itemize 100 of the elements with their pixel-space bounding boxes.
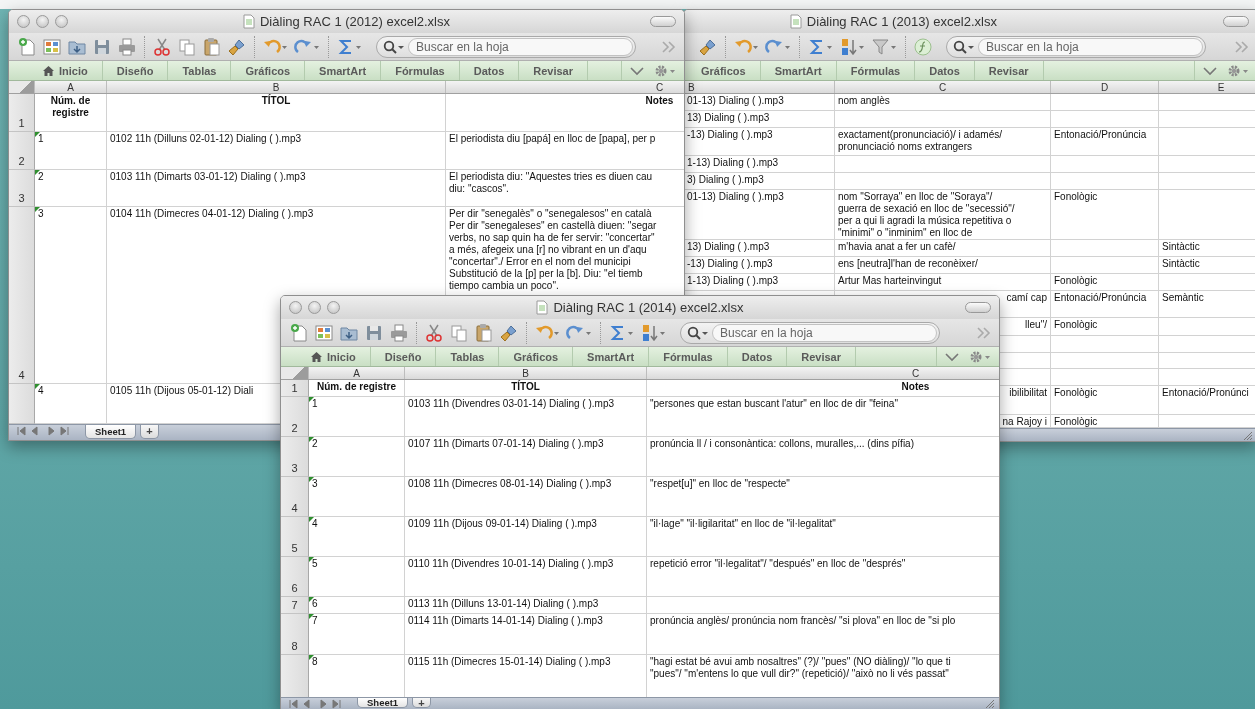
row-number[interactable]: 1 xyxy=(281,380,309,397)
table-cell-text: 0102 11h (Dilluns 02-01-12) Dialing ( ).mp3 xyxy=(109,132,303,146)
ribbon-tab[interactable]: Diseño xyxy=(102,61,169,80)
column-header[interactable]: C xyxy=(835,81,1051,93)
table-cell-text: 0108 11h (Dimecres 08-01-14) Dialing ( ).mp3 xyxy=(407,477,613,491)
row-number[interactable]: 7 xyxy=(281,597,309,614)
ribbon-tab[interactable]: Fórmulas xyxy=(649,347,728,366)
ribbon-tab[interactable]: Datos xyxy=(459,61,520,80)
row-number[interactable]: 4 xyxy=(281,477,309,517)
table-cell-text: Fonològic xyxy=(1053,274,1099,288)
column-header[interactable]: D xyxy=(1051,81,1159,93)
ribbon-tab[interactable]: Gráficos xyxy=(231,61,306,80)
table-cell-text: Entonació/Pronúnci xyxy=(1161,386,1250,400)
row-number[interactable]: 2 xyxy=(281,397,309,437)
table-cell-text: 0110 11h (Divendres 10-01-14) Dialing ( ).mp3 xyxy=(407,557,615,571)
column-header[interactable]: B xyxy=(405,367,647,379)
table-cell-text: ibilibilitat xyxy=(1008,386,1048,400)
search-field[interactable]: Buscar en la hoja xyxy=(376,35,636,58)
ribbon-tab[interactable]: Revisar xyxy=(787,347,856,366)
table-cell-text: 7 xyxy=(311,614,319,628)
table-cell-text: 0114 11h (Dimarts 14-01-14) Dialing ( ).mp3 xyxy=(407,614,604,628)
row-number[interactable]: 3 xyxy=(281,437,309,477)
table-cell-text: Sintàctic xyxy=(1161,240,1201,254)
table-cell-text: 3 xyxy=(37,207,45,221)
table-cell-text: 0109 11h (Dijous 09-01-14) Dialing ( ).mp3 xyxy=(407,517,598,531)
table-cell-text: Fonològic xyxy=(1053,318,1099,332)
table-cell-text: "hagi estat bé avui amb nosaltres" (?)/ "pues" (NO diàling)/ "lo que ti "pues"/ "m'entens lo que vull dir?" (repetició)/ "això no li vés passat" xyxy=(649,655,952,681)
ribbon-tab[interactable]: Fórmulas xyxy=(381,61,460,80)
row-number[interactable]: 8 xyxy=(281,614,309,655)
add-sheet-button[interactable]: + xyxy=(412,698,431,708)
ribbon-tab[interactable]: Gráficos xyxy=(499,347,574,366)
table-cell-text: 0104 11h (Dimecres 04-01-12) Dialing ( ).mp3 xyxy=(109,207,315,221)
add-sheet-button[interactable]: + xyxy=(140,425,159,439)
table-cell-text: 4 xyxy=(37,384,45,398)
column-header[interactable]: B xyxy=(107,81,446,93)
header-cell-text: Notes xyxy=(644,94,675,108)
ribbon-tab[interactable]: Tablas xyxy=(436,347,500,366)
ribbon-tab[interactable]: Inicio xyxy=(29,61,103,80)
table-cell-text: lleu"/ xyxy=(1024,318,1048,332)
table-cell-text: exactament(pronunciació)/ i adamés/ pronunciació noms extrangers xyxy=(837,128,1003,154)
table-cell-text: Semàntic xyxy=(1161,291,1205,305)
row-number[interactable]: 6 xyxy=(281,557,309,597)
table-cell-text: pronúncia anglès/ pronúncia nom francès/ "si plova" en lloc de "si plo xyxy=(649,614,957,628)
table-cell-text: 0113 11h (Dilluns 13-01-14) Dialing ( ).mp3 xyxy=(407,597,600,611)
ribbon-tab[interactable]: Fórmulas xyxy=(836,61,916,80)
column-header[interactable]: E xyxy=(1159,81,1255,93)
table-cell-text: 13) Dialing ( ).mp3 xyxy=(686,240,771,254)
search-field[interactable]: Buscar en la hoja xyxy=(680,321,940,344)
table-cell-text: 2 xyxy=(311,437,319,451)
row-number[interactable]: 3 xyxy=(9,170,35,207)
header-cell-text: TÍTOL xyxy=(260,94,292,108)
table-cell-text: El periodista diu: "Aquestes tries es diuen cau diu: "cascos". xyxy=(448,170,654,196)
table-cell-text: 0105 11h (Dijous 05-01-12) Diali xyxy=(109,384,255,398)
ribbon-tab[interactable]: Gráficos xyxy=(687,61,761,80)
row-number[interactable]: 2 xyxy=(9,132,35,170)
table-cell-text: 0115 11h (Dimecres 15-01-14) Dialing ( ).mp3 xyxy=(407,655,612,669)
ribbon-tab[interactable]: SmartArt xyxy=(760,61,837,80)
table-cell-text: 1-13) Dialing ( ).mp3 xyxy=(686,156,780,170)
table-cell-text: 1 xyxy=(311,397,319,411)
table-cell-text: 0103 11h (Dimarts 03-01-12) Dialing ( ).mp3 xyxy=(109,170,307,184)
column-header[interactable]: A xyxy=(309,367,405,379)
table-cell-text: 01-13) Dialing ( ).mp3 xyxy=(686,94,785,108)
table-cell-text: 0103 11h (Divendres 03-01-14) Dialing ( ).mp3 xyxy=(407,397,616,411)
row-number[interactable]: 4 xyxy=(9,207,35,384)
table-cell-text: "respet[u]" en lloc de "respecte" xyxy=(649,477,791,491)
table-cell-text: Fonològic xyxy=(1053,386,1099,400)
search-field[interactable]: Buscar en la hoja xyxy=(946,35,1206,58)
ribbon-tab[interactable]: SmartArt xyxy=(573,347,650,366)
table-cell-text: Entonació/Pronúncia xyxy=(1053,128,1148,142)
table-cell-text: 4 xyxy=(311,517,319,531)
row-number[interactable]: 5 xyxy=(281,517,309,557)
sheet-tab[interactable]: Sheet1 xyxy=(85,425,137,439)
ribbon-tab[interactable]: SmartArt xyxy=(305,61,382,80)
table-cell-text: nom anglès xyxy=(837,94,891,108)
ribbon-tab[interactable]: Inicio xyxy=(297,347,371,366)
ribbon-tab[interactable]: Tablas xyxy=(168,61,232,80)
window-title: Diàling RAC 1 (2013) excel2.xlsx xyxy=(806,14,997,29)
ribbon-tab[interactable]: Datos xyxy=(915,61,975,80)
table-cell-text: "il·lage" "il·ligilaritat" en lloc de "il·legalitat" xyxy=(649,517,837,531)
table-cell-text: Fonològic xyxy=(1053,190,1099,204)
column-header[interactable]: C xyxy=(647,367,999,379)
window-title: Diàling RAC 1 (2012) excel2.xlsx xyxy=(260,14,450,29)
header-cell-text: TÍTOL xyxy=(510,380,541,394)
column-header[interactable]: A xyxy=(35,81,107,93)
header-cell-text: Notes xyxy=(900,380,931,394)
table-cell-text: Sintàctic xyxy=(1161,257,1201,271)
table-cell-text: El periodista diu [papá] en lloc de [papa], per p xyxy=(448,132,657,146)
table-cell-text: 13) Dialing ( ).mp3 xyxy=(686,111,771,125)
table-cell-text: 0107 11h (Dimarts 07-01-14) Dialing ( ).mp3 xyxy=(407,437,605,451)
table-cell-text: Entonació/Pronúncia xyxy=(1053,291,1148,305)
ribbon-tab[interactable]: Diseño xyxy=(370,347,437,366)
row-number[interactable]: 1 xyxy=(9,94,35,132)
ribbon-tab[interactable]: Revisar xyxy=(974,61,1044,80)
header-cell-text: Núm. de registre xyxy=(49,94,92,120)
sheet-tab[interactable]: Sheet1 xyxy=(357,698,409,708)
column-header[interactable]: B xyxy=(684,81,835,93)
table-cell-text: 2 xyxy=(37,170,45,184)
table-cell-text: Fonològic xyxy=(1053,415,1099,428)
ribbon-tab[interactable]: Revisar xyxy=(519,61,588,80)
ribbon-tab[interactable]: Datos xyxy=(727,347,788,366)
